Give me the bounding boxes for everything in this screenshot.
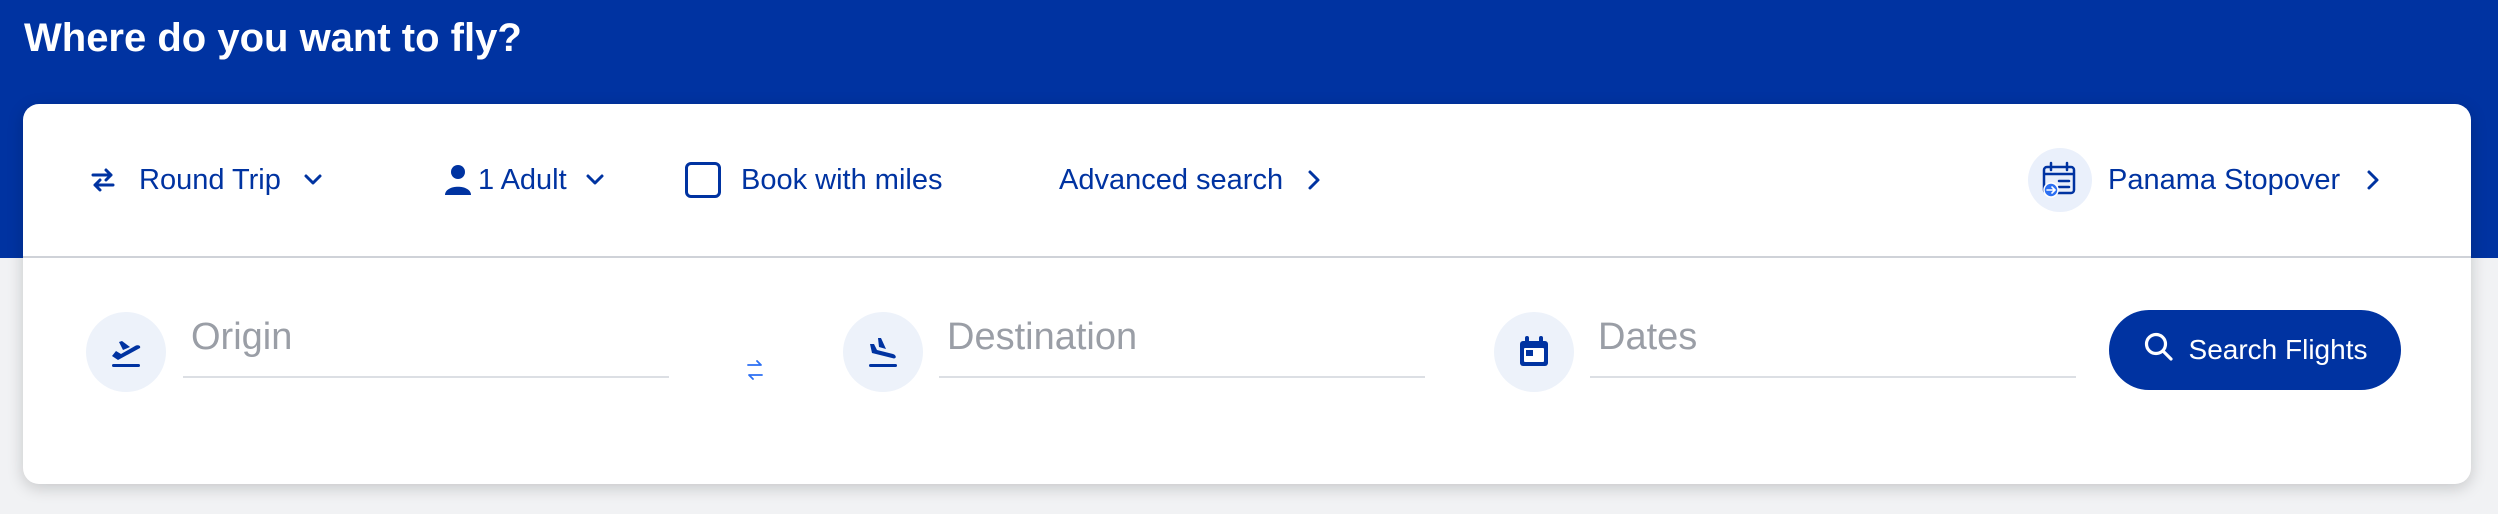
search-options-row: Round Trip 1 Adult Book with miles Advan… bbox=[23, 104, 2471, 258]
search-flights-label: Search Flights bbox=[2188, 334, 2368, 365]
chevron-right-icon bbox=[2366, 169, 2380, 191]
chevron-right-icon bbox=[1307, 169, 1321, 191]
dates-input[interactable] bbox=[1590, 298, 2076, 378]
chevron-down-icon bbox=[585, 173, 605, 187]
checkbox-box[interactable] bbox=[685, 162, 721, 198]
swap-arrows-icon bbox=[89, 166, 117, 194]
passengers-dropdown[interactable]: 1 Adult bbox=[444, 146, 605, 214]
advanced-search-label: Advanced search bbox=[1059, 163, 1284, 196]
advanced-search-link[interactable]: Advanced search bbox=[1059, 146, 1321, 214]
book-with-miles-label: Book with miles bbox=[741, 163, 943, 196]
panama-stopover-link[interactable]: Panama Stopover bbox=[2028, 146, 2380, 214]
person-icon bbox=[444, 164, 472, 196]
trip-type-dropdown[interactable]: Round Trip bbox=[89, 146, 323, 214]
flight-search-card: Round Trip 1 Adult Book with miles Advan… bbox=[23, 104, 2471, 484]
page-title: Where do you want to fly? bbox=[24, 16, 522, 60]
trip-type-label: Round Trip bbox=[139, 163, 281, 196]
search-fields-row: Search Flights bbox=[23, 256, 2471, 484]
calendar-plane-icon bbox=[2028, 148, 2092, 212]
search-icon bbox=[2143, 331, 2175, 370]
swap-vertical-arrows-icon[interactable] bbox=[735, 350, 775, 390]
destination-input[interactable] bbox=[939, 298, 1425, 378]
chevron-down-icon bbox=[303, 173, 323, 187]
plane-arrival-icon bbox=[843, 312, 923, 392]
calendar-icon bbox=[1494, 312, 1574, 392]
origin-input[interactable] bbox=[183, 298, 669, 378]
panama-stopover-label: Panama Stopover bbox=[2108, 163, 2341, 196]
plane-departure-icon bbox=[86, 312, 166, 392]
passengers-label: 1 Adult bbox=[478, 163, 567, 196]
book-with-miles-checkbox[interactable]: Book with miles bbox=[685, 146, 942, 214]
search-flights-button[interactable]: Search Flights bbox=[2109, 310, 2401, 390]
